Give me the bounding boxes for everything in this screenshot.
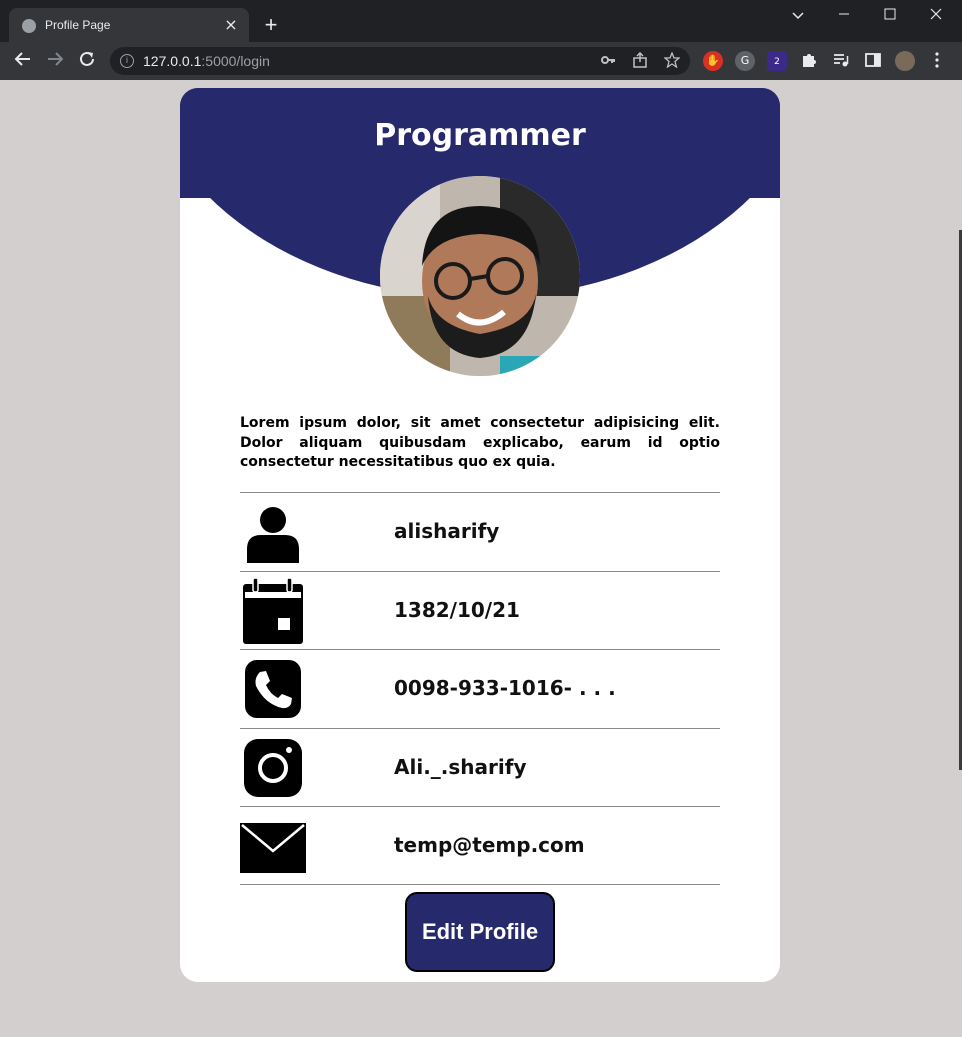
url-text: 127.0.0.1:5000/login [143, 53, 270, 69]
profile-info-list: alisharify 1382/10/21 0098-933-1016- . .… [240, 492, 720, 885]
birthdate-row: 1382/10/21 [240, 570, 720, 650]
key-icon[interactable] [599, 52, 617, 70]
tab-search-icon[interactable] [783, 4, 813, 28]
tab-title: Profile Page [45, 18, 111, 32]
username-value: alisharify [394, 519, 500, 543]
back-arrow-icon[interactable] [12, 50, 34, 72]
extension-icon[interactable]: G [735, 51, 755, 71]
envelope-icon [240, 813, 306, 879]
side-panel-icon[interactable] [863, 51, 883, 71]
minimize-icon[interactable] [829, 4, 859, 28]
email-value: temp@temp.com [394, 833, 585, 858]
puzzle-extensions-icon[interactable] [799, 51, 819, 71]
page-scrollbar[interactable] [956, 80, 962, 1037]
browser-tab[interactable]: Profile Page × [9, 8, 249, 44]
user-icon [240, 499, 306, 565]
address-bar[interactable]: i 127.0.0.1:5000/login [110, 47, 690, 75]
maximize-icon[interactable] [875, 4, 905, 28]
username-row: alisharify [240, 492, 720, 571]
phone-icon [240, 656, 306, 722]
profile-card: Programmer Lorem ipsum dolor, sit amet c… [180, 88, 780, 982]
media-queue-icon[interactable] [831, 51, 851, 71]
info-icon[interactable]: i [120, 54, 134, 68]
profile-bio: Lorem ipsum dolor, sit amet consectetur … [240, 415, 720, 470]
browser-toolbar: i 127.0.0.1:5000/login ✋ G 2 [0, 42, 962, 80]
tab-close-button[interactable]: × [221, 15, 241, 35]
profile-title: Programmer [374, 118, 586, 153]
close-window-icon[interactable] [921, 4, 951, 28]
phone-value: 0098-933-1016- . . . [394, 676, 616, 701]
calendar-icon [240, 577, 306, 644]
adblock-extension-icon[interactable]: ✋ [703, 51, 723, 71]
menu-dots-icon[interactable] [927, 51, 947, 71]
new-tab-button[interactable]: + [260, 14, 282, 36]
phone-row: 0098-933-1016- . . . [240, 649, 720, 728]
share-icon[interactable] [631, 51, 649, 70]
email-row: temp@temp.com [240, 806, 720, 885]
browser-titlebar: Profile Page × + [0, 0, 962, 44]
forward-arrow-icon[interactable] [44, 50, 66, 72]
instagram-icon [240, 735, 306, 801]
bookmark-star-icon[interactable] [663, 51, 681, 70]
instagram-row: Ali._.sharify [240, 727, 720, 807]
profile-avatar [380, 176, 580, 376]
globe-icon [22, 19, 36, 33]
birthdate-value: 1382/10/21 [394, 597, 520, 622]
profile-avatar-icon[interactable] [895, 51, 915, 71]
extension-badge: 2 [774, 57, 780, 67]
badge-extension-icon[interactable]: 2 [767, 51, 787, 71]
edit-profile-button[interactable]: Edit Profile [405, 892, 555, 972]
reload-icon[interactable] [76, 50, 98, 72]
instagram-value: Ali._.sharify [394, 754, 527, 779]
